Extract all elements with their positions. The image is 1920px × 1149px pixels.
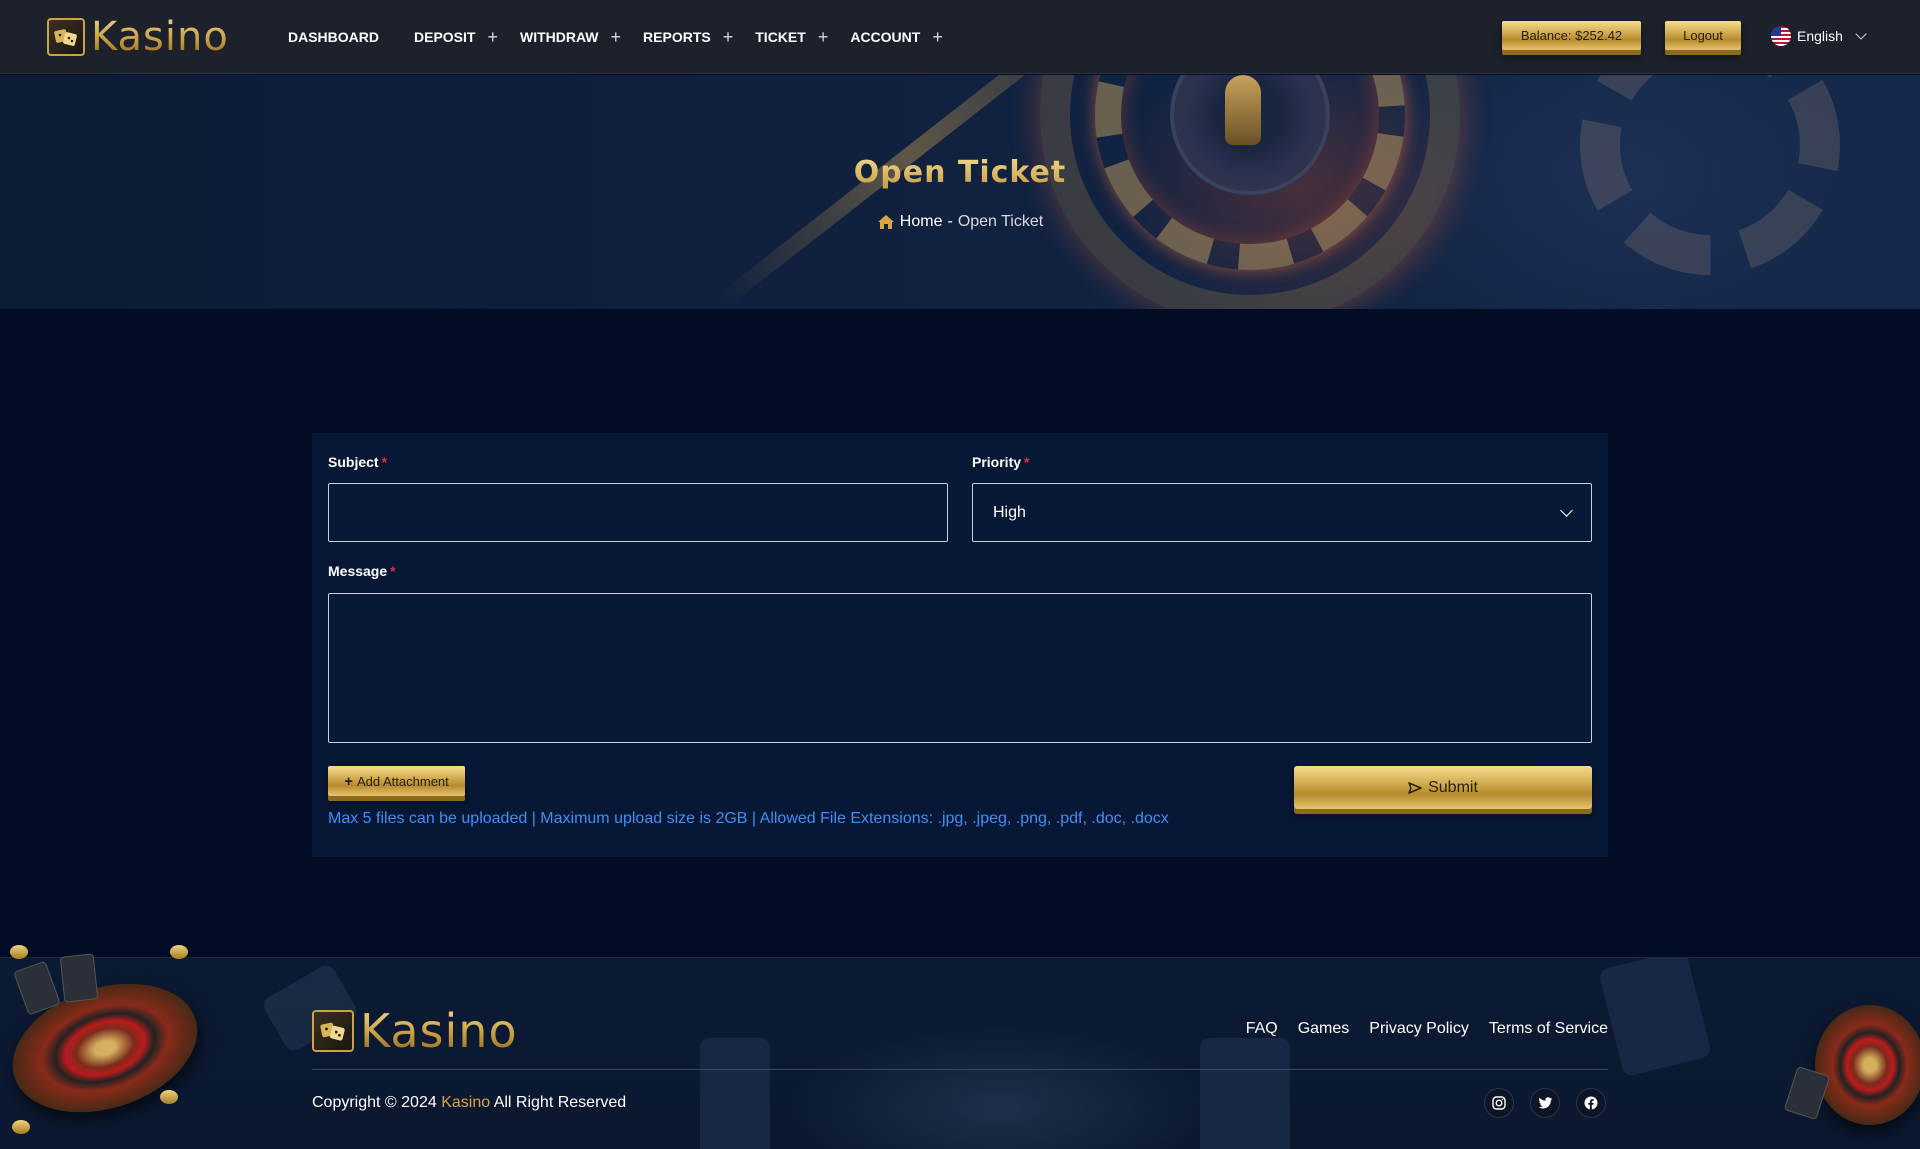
footer-links: FAQ Games Privacy Policy Terms of Servic… [1246,1020,1608,1038]
breadcrumb-home-label: Home [899,213,943,230]
coin-decoration [170,945,188,959]
plus-icon: + [344,772,353,790]
instagram-icon[interactable] [1484,1088,1514,1118]
top-header: Kasino DASHBOARD DEPOSIT + WITHDRAW + RE… [0,0,1920,74]
breadcrumb-home[interactable]: Home [877,213,943,231]
language-label: English [1797,28,1843,44]
nav-item-label: WITHDRAW [519,29,599,45]
footer-link-privacy[interactable]: Privacy Policy [1369,1020,1469,1038]
logout-button[interactable]: Logout [1665,21,1741,50]
subject-input[interactable] [328,483,948,542]
page-title: Open Ticket [0,155,1920,190]
dice-decoration [1598,958,1712,1078]
language-selector[interactable]: English [1771,24,1867,48]
main-nav: DASHBOARD DEPOSIT + WITHDRAW + REPORTS +… [288,0,965,74]
nav-item-label: ACCOUNT [850,29,921,45]
chevron-down-icon [1855,28,1867,40]
copyright-brand[interactable]: Kasino [441,1094,490,1111]
priority-selected-value: High [993,503,1026,521]
plus-icon: + [817,27,829,47]
dice-logo-icon [47,18,85,56]
balance-button[interactable]: Balance: $252.42 [1502,21,1641,50]
message-label: Message * [328,563,396,579]
copyright-text: Copyright © 2024 Kasino All Right Reserv… [312,1094,627,1111]
logo-text: Kasino [91,14,229,60]
slot-machine-decoration [1200,1038,1290,1149]
nav-item-label: REPORTS [643,29,711,45]
priority-select[interactable]: High [972,483,1592,542]
coin-decoration [10,945,28,959]
footer-link-games[interactable]: Games [1298,1020,1350,1038]
submit-button[interactable]: Submit [1294,766,1592,809]
submit-label: Submit [1428,778,1478,796]
coin-decoration [160,1090,178,1104]
nav-item-label: DEPOSIT [414,29,476,45]
nav-item-label: TICKET [755,29,806,45]
breadcrumb-current: Open Ticket [957,213,1044,230]
footer-link-faq[interactable]: FAQ [1246,1020,1278,1038]
ticket-form: Subject * Priority * High Message * + Add A… [312,433,1608,857]
nav-item-reports[interactable]: REPORTS + [643,27,734,47]
footer-divider [312,1069,1608,1070]
roulette-right-decoration [1815,1005,1920,1125]
breadcrumb: Home - Open Ticket [0,213,1920,231]
footer-logo[interactable]: Kasino [312,1008,518,1054]
site-logo[interactable]: Kasino [47,16,229,58]
breadcrumb-separator: - [947,213,953,230]
plus-icon: + [932,27,943,47]
plus-icon: + [722,27,734,47]
add-attachment-button[interactable]: + Add Attachment [328,766,465,796]
nav-item-ticket[interactable]: TICKET + [755,27,829,47]
nav-item-label: DASHBOARD [288,29,379,45]
home-icon [877,215,894,229]
send-icon [1408,781,1422,794]
slot-machine-decoration [700,1038,770,1149]
social-links [1484,1088,1606,1118]
required-mark: * [381,454,388,470]
required-mark: * [390,563,396,579]
footer-logo-text: Kasino [360,1004,518,1058]
add-attachment-label: Add Attachment [356,773,449,789]
chevron-down-icon [1560,504,1573,517]
upload-restrictions-note: Max 5 files can be uploaded | Maximum up… [328,810,1169,827]
nav-item-deposit[interactable]: DEPOSIT + [414,27,498,47]
required-mark: * [1024,454,1030,470]
message-textarea[interactable] [328,593,1592,743]
dice-logo-icon [312,1010,354,1052]
playing-card-decoration [59,953,99,1003]
nav-item-account[interactable]: ACCOUNT + [850,27,943,47]
priority-label: Priority * [972,454,1030,470]
page-banner: Open Ticket Home - Open Ticket [0,75,1920,309]
nav-item-withdraw[interactable]: WITHDRAW + [519,27,622,47]
us-flag-icon [1771,26,1791,46]
site-footer [0,957,1920,1149]
facebook-icon[interactable] [1576,1088,1606,1118]
coin-decoration [12,1120,30,1134]
footer-link-terms[interactable]: Terms of Service [1489,1020,1608,1038]
plus-icon: + [487,27,498,47]
roulette-spindle-decoration [1225,75,1261,145]
subject-label: Subject * [328,454,388,470]
plus-icon: + [610,27,622,47]
nav-item-dashboard[interactable]: DASHBOARD [288,29,379,45]
twitter-icon[interactable] [1530,1088,1560,1118]
